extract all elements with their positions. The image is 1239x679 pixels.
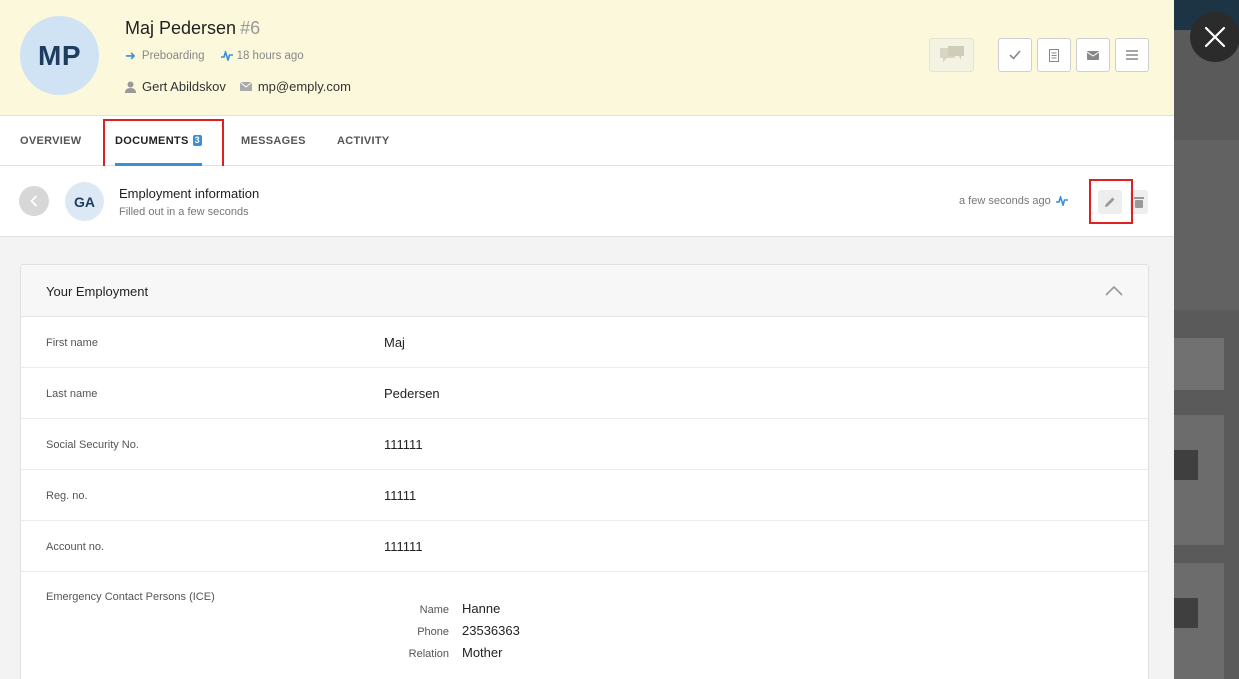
document-icon xyxy=(1049,48,1059,62)
document-button[interactable] xyxy=(1037,38,1071,72)
activity-pulse-icon xyxy=(1055,196,1068,206)
close-icon xyxy=(1204,26,1226,48)
candidate-name: Maj Pedersen xyxy=(125,18,237,38)
back-button[interactable] xyxy=(19,186,49,216)
field-label: Reg. no. xyxy=(46,490,88,502)
document-subtitle: Filled out in a few seconds xyxy=(119,206,249,218)
tab-messages[interactable]: MESSAGES xyxy=(241,116,306,166)
section-header[interactable]: Your Employment xyxy=(21,265,1148,317)
candidate-contact: Gert Abildskov mp@emply.com xyxy=(125,79,351,94)
field-label: Emergency Contact Persons (ICE) xyxy=(46,591,215,603)
sub-field-label: Phone xyxy=(417,626,449,638)
field-row-social-security: Social Security No. 111111 xyxy=(21,419,1148,470)
background-card xyxy=(1174,140,1239,310)
sub-field-value: 23536363 xyxy=(462,623,520,638)
tab-activity[interactable]: ACTIVITY xyxy=(337,116,390,166)
field-value: 111111 xyxy=(384,539,423,554)
tab-label: OVERVIEW xyxy=(20,135,82,147)
field-row-account-no: Account no. 111111 xyxy=(21,521,1148,572)
field-value: Pedersen xyxy=(384,386,440,401)
field-row-reg-no: Reg. no. 11111 xyxy=(21,470,1148,521)
field-value: 11111 xyxy=(384,488,417,503)
envelope-icon xyxy=(1087,50,1099,60)
field-label: Account no. xyxy=(46,541,105,553)
activity-pulse-icon xyxy=(220,51,233,61)
field-row-last-name: Last name Pedersen xyxy=(21,368,1148,419)
sub-field-value: Mother xyxy=(462,645,503,660)
user-icon xyxy=(125,81,136,93)
tab-label: MESSAGES xyxy=(241,135,306,147)
tab-bar: OVERVIEW DOCUMENTS 3 MESSAGES ACTIVITY xyxy=(0,116,1174,172)
sub-field-label: Relation xyxy=(408,648,449,660)
field-value: Maj xyxy=(384,335,405,350)
candidate-header: MP Maj Pedersen #6 ➜ Preboarding 18 hours… xyxy=(0,0,1174,116)
last-activity: 18 hours ago xyxy=(236,50,304,62)
tab-overview[interactable]: OVERVIEW xyxy=(20,116,82,166)
candidate-meta: ➜ Preboarding 18 hours ago xyxy=(125,48,304,64)
field-row-emergency-contacts: Emergency Contact Persons (ICE) Name Han… xyxy=(21,572,1148,679)
field-label: Social Security No. xyxy=(46,439,139,451)
section-title: Your Employment xyxy=(46,284,149,299)
sub-field-value: Hanne xyxy=(462,601,501,616)
candidate-number: #6 xyxy=(240,18,261,38)
emergency-contact-name: Name Hanne xyxy=(361,601,501,616)
documents-tab-highlight xyxy=(103,119,224,172)
candidate-email[interactable]: mp@emply.com xyxy=(258,79,351,94)
more-menu-button[interactable] xyxy=(1115,38,1149,72)
document-time: a few seconds ago xyxy=(959,195,1068,207)
document-bar: GA Employment information Filled out in … xyxy=(0,166,1174,237)
candidate-panel: MP Maj Pedersen #6 ➜ Preboarding 18 hours… xyxy=(0,0,1174,679)
employment-section: Your Employment First name Maj Last name… xyxy=(20,264,1149,679)
background-card xyxy=(1174,415,1224,545)
field-row-first-name: First name Maj xyxy=(21,317,1148,368)
candidate-stage[interactable]: Preboarding xyxy=(142,50,205,62)
document-title: Employment information xyxy=(119,186,260,201)
menu-icon xyxy=(1126,50,1138,60)
background-block xyxy=(1174,598,1198,628)
close-button[interactable] xyxy=(1190,12,1239,62)
check-icon xyxy=(1009,50,1021,60)
email-button[interactable] xyxy=(1076,38,1110,72)
avatar: MP xyxy=(20,16,99,95)
candidate-name-line: Maj Pedersen #6 xyxy=(125,18,260,39)
background-app xyxy=(1174,0,1239,679)
stage-arrow-icon: ➜ xyxy=(125,48,136,63)
emergency-contact-phone: Phone 23536363 xyxy=(361,623,520,638)
document-time-text: a few seconds ago xyxy=(959,195,1051,207)
trash-icon xyxy=(1134,197,1144,208)
collapse-button[interactable] xyxy=(1104,281,1124,301)
field-value: 111111 xyxy=(384,437,423,452)
back-icon xyxy=(30,195,38,207)
tab-label: ACTIVITY xyxy=(337,135,390,147)
edit-button-highlight xyxy=(1089,179,1133,224)
approve-button[interactable] xyxy=(998,38,1032,72)
field-label: First name xyxy=(46,337,98,349)
background-block xyxy=(1174,450,1198,480)
document-owner-avatar: GA xyxy=(65,182,104,221)
chat-icon xyxy=(939,46,964,62)
owner-name[interactable]: Gert Abildskov xyxy=(142,79,226,94)
sub-field-label: Name xyxy=(419,604,449,616)
chevron-up-icon xyxy=(1105,286,1123,296)
mail-icon xyxy=(239,82,252,91)
field-label: Last name xyxy=(46,388,98,400)
background-card xyxy=(1174,338,1224,390)
chat-button[interactable] xyxy=(929,38,974,72)
emergency-contact-relation: Relation Mother xyxy=(361,645,503,660)
